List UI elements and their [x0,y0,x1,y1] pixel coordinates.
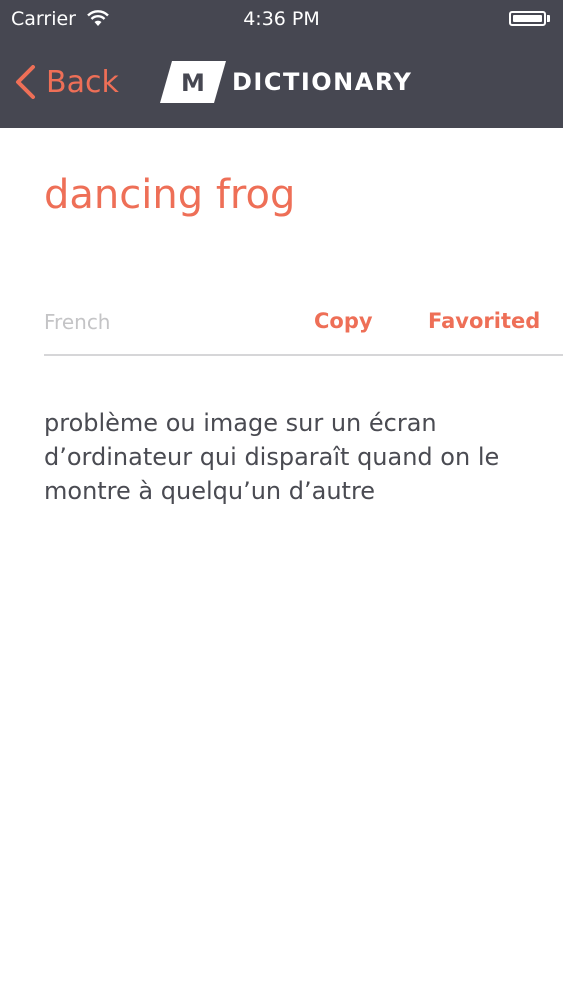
logo-letter: M [181,69,205,97]
back-button-label: Back [46,64,119,100]
battery-icon [509,11,546,26]
status-bar: Carrier 4:36 PM [0,0,563,40]
entry-term: dancing frog [44,172,296,218]
entry-definition: problème ou image sur un écran d’ordinat… [44,409,500,505]
status-time: 4:36 PM [243,8,320,30]
entry-actions-row: French Copy Favorited [44,306,563,356]
navigation-bar: Carrier 4:36 PM Back M DICTIONARY [0,0,563,128]
app-logo: M DICTIONARY [160,61,412,103]
back-chevron-icon [16,65,35,99]
back-button[interactable]: Back [14,62,119,102]
battery-tip [547,15,550,22]
logo-badge: M [160,61,226,103]
language-label: French [44,310,111,334]
logo-text: DICTIONARY [232,68,413,96]
favorited-button[interactable]: Favorited [428,309,540,333]
copy-button[interactable]: Copy [314,309,373,333]
